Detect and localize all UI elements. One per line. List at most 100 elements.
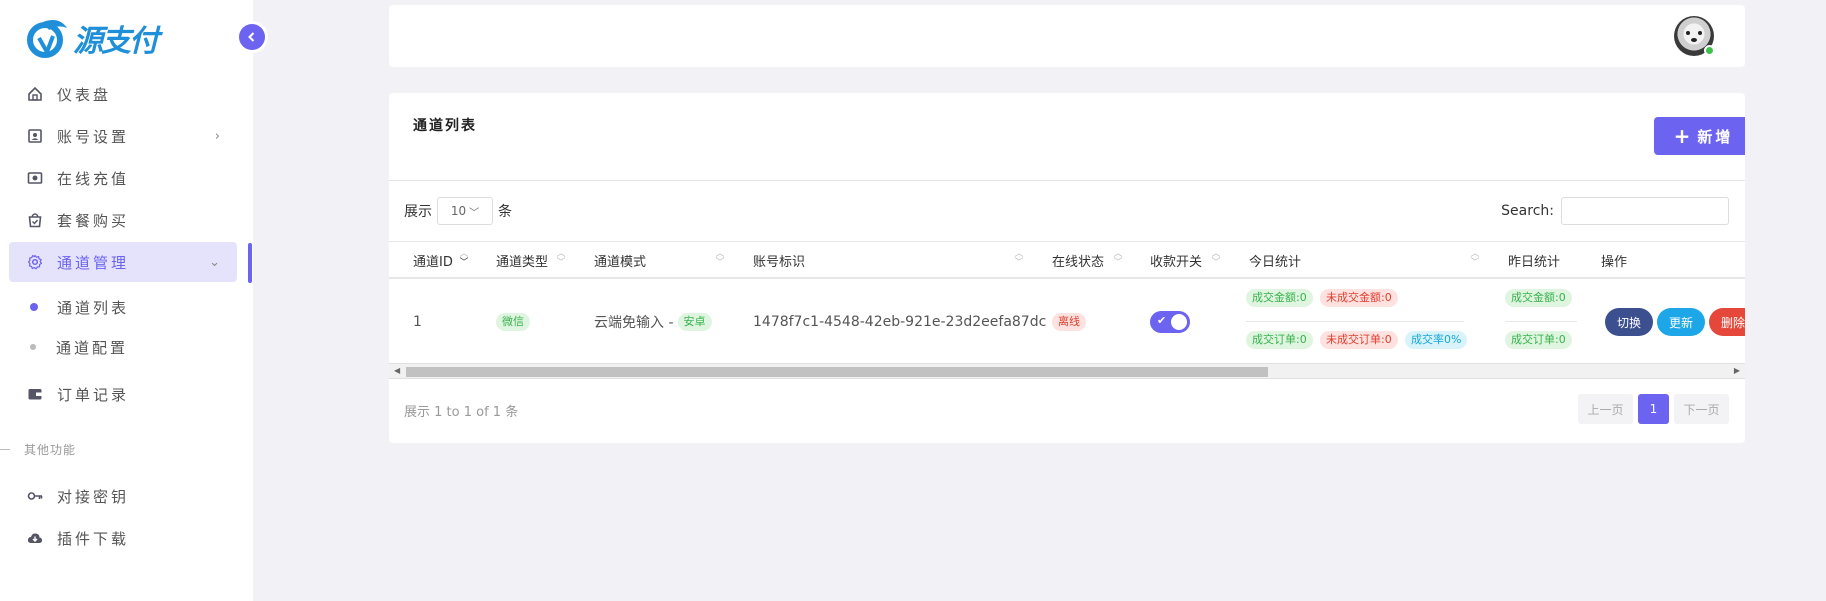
cloud-download-icon [26,529,44,547]
column-header-id[interactable]: 通道ID [413,242,453,278]
check-icon: ✔ [1157,314,1167,327]
page-length-control: 展示 10 ﹀ 条 [404,197,512,225]
account-icon [26,127,44,145]
sidebar-subitem-channel-config[interactable]: 通道配置 [30,335,128,359]
scrollbar-thumb[interactable] [406,367,1268,377]
recharge-icon [26,169,44,187]
cell-status: 离线 [1052,279,1086,365]
column-header-switch[interactable]: 收款开关 [1150,242,1202,278]
sidebar-item-label: 对接密钥 [57,487,130,506]
sidebar-item-label: 在线充值 [57,169,130,188]
sidebar-subitem-label: 通道配置 [56,338,129,357]
channel-list-card: 通道列表 + 新增 展示 10 ﹀ 条 Search: 通道ID ︿ ﹀ 通道类型… [389,93,1745,443]
home-icon [26,85,44,103]
sidebar-subitem-channel-list[interactable]: 通道列表 [30,295,129,319]
column-header-mode[interactable]: 通道模式 [594,242,646,278]
column-header-type[interactable]: 通道类型 [496,242,548,278]
update-button[interactable]: 更新 [1657,308,1705,336]
today-orders-badge: 成交订单:0 [1246,331,1313,349]
logo-text: 源支付 [73,24,159,59]
table-row: 1 微信 云端免输入 - 安卓 1478f7c1-4548-42eb-921e-… [389,279,1745,365]
bullet-icon [30,344,36,350]
prev-page-button[interactable]: 上一页 [1578,394,1633,424]
receive-toggle[interactable]: ✔ [1150,311,1190,333]
sort-icon: ︿ ﹀ [1211,249,1221,268]
key-icon [26,487,44,505]
search-input[interactable] [1561,197,1729,225]
column-header-status[interactable]: 在线状态 [1052,242,1104,278]
today-rate-badge: 成交率0% [1405,331,1468,349]
sidebar-item-dashboard[interactable]: 仪表盘 [9,74,237,114]
cell-mode: 云端免输入 - 安卓 [594,279,712,365]
scroll-right-icon[interactable]: ▶ [1734,366,1740,375]
yesterday-amount-badge: 成交金额:0 [1505,289,1572,307]
online-status-dot [1704,45,1715,56]
cell-id: 1 [413,314,422,330]
sidebar-collapse-button[interactable] [239,24,265,50]
sidebar-item-recharge[interactable]: 在线充值 [9,158,237,198]
sidebar-item-account-settings[interactable]: 账号设置 › [9,116,237,156]
page-button-current[interactable]: 1 [1638,394,1669,424]
sidebar-item-label: 订单记录 [57,385,130,404]
switch-button[interactable]: 切换 [1605,308,1653,336]
next-page-button[interactable]: 下一页 [1674,394,1729,424]
sidebar-item-label: 套餐购买 [57,211,130,230]
sort-icon: ︿ ﹀ [556,249,566,268]
horizontal-scrollbar[interactable]: ◀ ▶ [389,363,1745,379]
sidebar-item-plugin-download[interactable]: 插件下载 [9,518,237,558]
sidebar-item-api-key[interactable]: 对接密钥 [9,476,237,516]
plus-icon: + [1673,124,1694,148]
column-header-actions: 操作 [1601,254,1628,270]
status-badge: 离线 [1052,313,1086,331]
table-header: 通道ID ︿ ﹀ 通道类型 ︿ ﹀ 通道模式 ︿ ﹀ 账号标识 ︿ ﹀ 在线状态 ︿ ﹀ … [389,241,1745,279]
today-amount-badge: 成交金额:0 [1246,289,1313,307]
cell-type: 微信 [496,279,530,365]
chevron-left-icon [248,32,255,42]
sidebar-item-label: 账号设置 [57,127,130,146]
sort-icon: ︿ ﹀ [1470,249,1480,268]
cell-switch: ✔ [1150,279,1190,365]
table-info: 展示 1 to 1 of 1 条 [404,405,519,420]
table-search: Search: [1501,197,1729,225]
sidebar-item-orders[interactable]: 订单记录 [9,374,237,414]
delete-button[interactable]: 删除 [1709,308,1745,336]
page-length-select[interactable]: 10 ﹀ [437,197,493,225]
gear-icon [26,253,44,271]
top-header [389,5,1745,67]
cell-account: 1478f7c1-4548-42eb-921e-23d2eefa87dc [753,314,1047,330]
yesterday-orders-badge: 成交订单:0 [1505,331,1572,349]
sidebar: 源支付 仪表盘 账号设置 › 在线充值 套餐购买 通道管理 ⌄ 通道列表 通道配… [0,0,253,601]
sidebar-item-label: 通道管理 [57,253,130,272]
column-header-account[interactable]: 账号标识 [753,242,805,278]
avatar[interactable] [1674,16,1715,56]
divider [389,180,1745,181]
sidebar-item-label: 仪表盘 [57,85,112,104]
mode-badge: 安卓 [677,313,712,331]
chevron-right-icon: › [214,128,223,144]
chevron-down-icon: ⌄ [209,254,223,270]
today-unpaid-orders-badge: 未成交订单:0 [1320,331,1398,349]
add-channel-button[interactable]: + 新增 [1654,117,1745,155]
brand-logo[interactable]: 源支付 [25,14,175,62]
page-title: 通道列表 [413,118,477,134]
section-label-other: 其他功能 [0,441,76,458]
sort-icon: ︿ ﹀ [715,249,725,268]
chevron-down-icon: ﹀ [469,207,480,219]
sort-icon: ︿ ﹀ [459,249,469,268]
search-label: Search: [1501,203,1554,219]
logo-icon [27,20,67,58]
sidebar-subitem-label: 通道列表 [57,298,130,317]
sidebar-item-package[interactable]: 套餐购买 [9,200,237,240]
active-indicator [248,243,252,283]
today-unpaid-amount-badge: 未成交金额:0 [1320,289,1398,307]
sort-icon: ︿ ﹀ [1113,249,1123,268]
bullet-icon [30,303,38,311]
column-header-today[interactable]: 今日统计 [1249,242,1301,278]
pagination: 上一页 1 下一页 [1573,394,1729,424]
scroll-left-icon[interactable]: ◀ [394,366,400,375]
sidebar-item-channel-management[interactable]: 通道管理 ⌄ [9,242,237,282]
sort-icon: ︿ ﹀ [1014,249,1024,268]
wallet-icon [26,385,44,403]
sidebar-item-label: 插件下载 [57,529,130,548]
column-header-yesterday: 昨日统计 [1508,254,1561,270]
